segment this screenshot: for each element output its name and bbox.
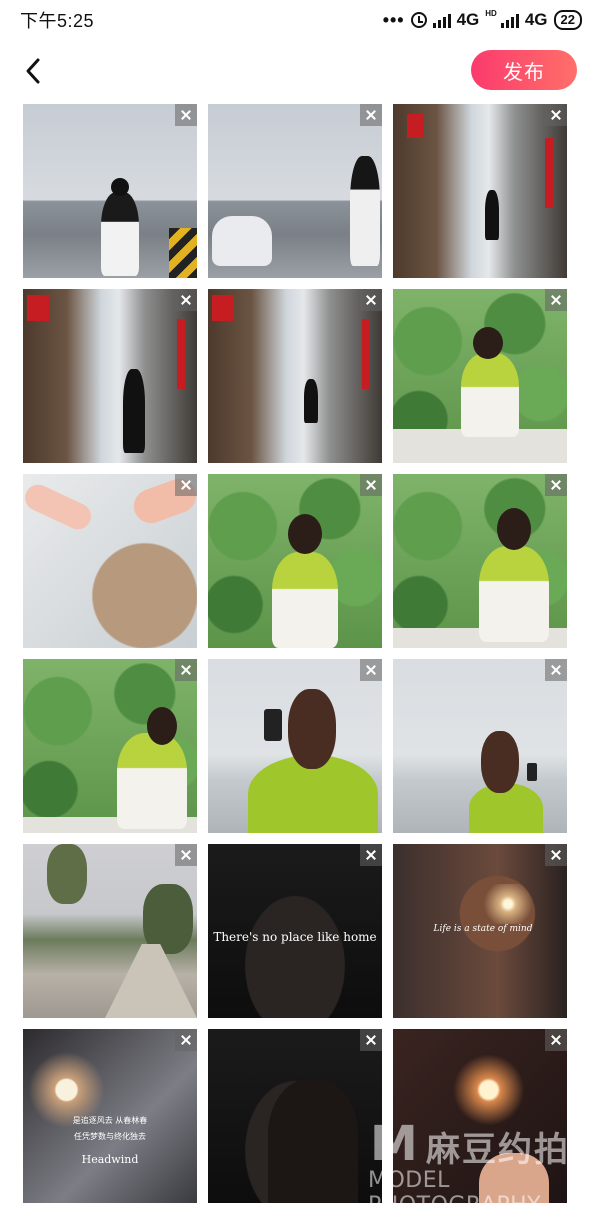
photo-image — [208, 289, 382, 463]
photo-image — [208, 104, 382, 278]
photo-tile[interactable] — [208, 104, 382, 278]
photo-tile[interactable]: There's no place like home — [208, 844, 382, 1018]
close-icon[interactable] — [175, 474, 197, 496]
alarm-icon — [410, 12, 427, 28]
photo-caption: Headwind — [81, 1153, 139, 1166]
photo-image — [23, 844, 197, 1018]
network-label-2: 4G — [524, 10, 548, 29]
photo-caption-cn-2: 任凭梦数与终化独去 — [74, 1132, 146, 1141]
status-indicators: ••• 4G HD 4G 22 — [382, 8, 582, 31]
close-icon[interactable] — [360, 104, 382, 126]
close-icon[interactable] — [545, 474, 567, 496]
close-icon[interactable] — [545, 1029, 567, 1051]
photo-image — [393, 104, 567, 278]
back-button[interactable] — [20, 54, 50, 88]
photo-tile[interactable] — [393, 289, 567, 463]
photo-grid: There's no place like home Life is a sta… — [23, 104, 577, 1203]
photo-tile[interactable] — [23, 659, 197, 833]
close-icon[interactable] — [545, 844, 567, 866]
photo-image: 是追逐风去 从春林春 任凭梦数与终化独去 Headwind — [23, 1029, 197, 1203]
network-label-1: 4G — [456, 10, 480, 29]
close-icon[interactable] — [360, 289, 382, 311]
signal-icon — [432, 12, 451, 28]
photo-tile[interactable]: Life is a state of mind — [393, 844, 567, 1018]
close-icon[interactable] — [175, 844, 197, 866]
photo-caption-cn-1: 是追逐风去 从春林春 — [72, 1116, 148, 1125]
publish-button[interactable]: 发布 — [471, 50, 577, 90]
photo-tile[interactable] — [393, 659, 567, 833]
photo-tile[interactable] — [393, 474, 567, 648]
photo-tile[interactable] — [393, 1029, 567, 1203]
photo-image — [393, 474, 567, 648]
photo-image — [208, 1029, 382, 1203]
photo-tile[interactable] — [208, 659, 382, 833]
back-arrow-icon — [26, 58, 40, 84]
photo-tile[interactable] — [208, 289, 382, 463]
photo-image — [393, 659, 567, 833]
close-icon[interactable] — [175, 1029, 197, 1051]
photo-image — [23, 659, 197, 833]
close-icon[interactable] — [360, 659, 382, 681]
photo-image — [393, 289, 567, 463]
photo-image — [208, 474, 382, 648]
photo-tile[interactable] — [23, 844, 197, 1018]
photo-tile[interactable] — [208, 1029, 382, 1203]
photo-tile[interactable] — [208, 474, 382, 648]
hd-label: HD — [485, 8, 497, 18]
close-icon[interactable] — [360, 1029, 382, 1051]
close-icon[interactable] — [545, 659, 567, 681]
photo-tile[interactable]: 是追逐风去 从春林春 任凭梦数与终化独去 Headwind — [23, 1029, 197, 1203]
signal-icon-2 — [500, 12, 519, 28]
photo-caption: There's no place like home — [213, 930, 377, 944]
header: 发布 — [0, 40, 600, 104]
photo-image: There's no place like home — [208, 844, 382, 1018]
photo-image: Life is a state of mind — [393, 844, 567, 1018]
close-icon[interactable] — [175, 289, 197, 311]
photo-image — [23, 289, 197, 463]
photo-tile[interactable] — [23, 289, 197, 463]
status-bar: 下午5:25 ••• 4G HD 4G 22 — [0, 0, 600, 40]
close-icon[interactable] — [545, 104, 567, 126]
close-icon[interactable] — [360, 474, 382, 496]
photo-tile[interactable] — [393, 104, 567, 278]
photo-image — [208, 659, 382, 833]
photo-tile[interactable] — [23, 474, 197, 648]
photo-image — [23, 474, 197, 648]
status-time: 下午5:25 — [20, 11, 95, 31]
close-icon[interactable] — [360, 844, 382, 866]
close-icon[interactable] — [545, 289, 567, 311]
close-icon[interactable] — [175, 659, 197, 681]
photo-caption: Life is a state of mind — [433, 924, 533, 934]
photo-image — [23, 104, 197, 278]
photo-image — [393, 1029, 567, 1203]
photo-tile[interactable] — [23, 104, 197, 278]
close-icon[interactable] — [175, 104, 197, 126]
battery-icon: 22 — [553, 10, 582, 30]
more-notifications-icon: ••• — [382, 9, 405, 30]
